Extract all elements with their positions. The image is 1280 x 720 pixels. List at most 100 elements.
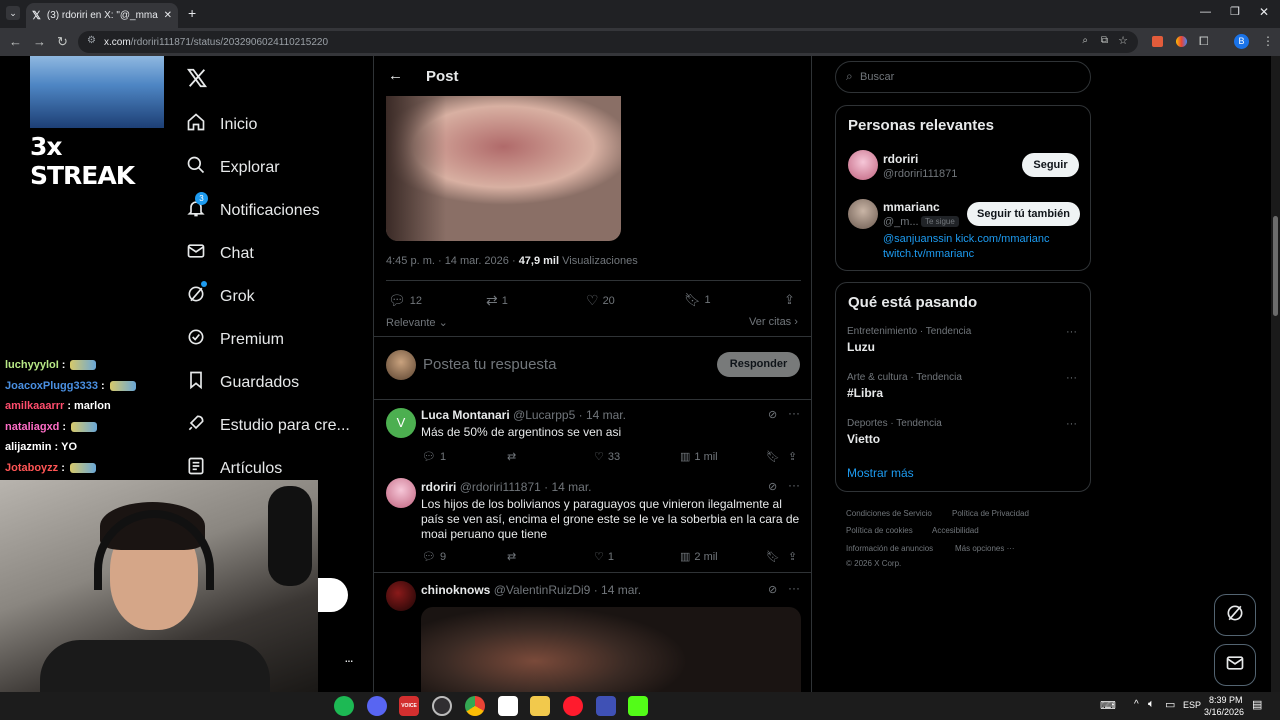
trend-item[interactable]: Deportes · Tendencia Vietto — [847, 418, 942, 446]
sidebar-item-articulos[interactable]: Artículos — [186, 456, 282, 481]
search-box[interactable]: ⌕ Buscar — [835, 61, 1091, 93]
person-name[interactable]: rdoriri — [883, 152, 918, 166]
sidebar-item-chat[interactable]: Chat — [186, 241, 254, 266]
file-explorer-icon[interactable] — [530, 696, 550, 716]
reply-action[interactable]: 💬︎ 1 — [422, 450, 446, 464]
bookmark-star-icon[interactable]: ☆ — [1118, 34, 1128, 47]
site-info-icon[interactable]: ⚙ — [87, 35, 96, 46]
scrollbar-thumb[interactable] — [1273, 216, 1278, 316]
close-window-button[interactable]: ✕ — [1259, 5, 1269, 19]
footer-link[interactable]: Más opciones ··· — [955, 544, 1015, 553]
share-action[interactable]: ⇪ — [788, 450, 797, 463]
sidebar-item-explorar[interactable]: Explorar — [186, 155, 280, 180]
grok-icon[interactable]: ⊘ — [768, 480, 777, 493]
sort-relevante-button[interactable]: Relevante ⌄ — [386, 316, 448, 329]
obs-icon[interactable] — [432, 696, 452, 716]
app-icon[interactable] — [498, 696, 518, 716]
install-icon[interactable]: ⧉ — [1101, 35, 1108, 46]
avatar[interactable] — [848, 150, 878, 180]
person-handle[interactable]: @_m... — [883, 216, 919, 228]
reply-tweet[interactable]: rdoriri @rdoriri111871 · 14 mar. ⊘ ··· L… — [374, 472, 811, 572]
view-quotes-link[interactable]: Ver citas › — [749, 316, 798, 328]
follow-back-button[interactable]: Seguir tú también — [967, 202, 1080, 226]
notifications-icon[interactable]: ▤ — [1252, 698, 1262, 711]
repost-action[interactable]: ⇄ 1 — [486, 292, 508, 309]
footer-link[interactable]: Política de cookies — [846, 526, 913, 535]
volume-icon[interactable]: 🔈︎ — [1148, 698, 1155, 711]
sidebar-item-estudio[interactable]: Estudio para cre... — [186, 413, 350, 438]
repost-action[interactable]: ⇄ — [507, 450, 516, 463]
messages-fab[interactable] — [1214, 644, 1256, 686]
clock-date[interactable]: 3/16/2026 — [1204, 707, 1244, 717]
kick-icon[interactable] — [628, 696, 648, 716]
more-icon[interactable]: ··· — [1066, 372, 1077, 384]
sidebar-item-grok[interactable]: Grok — [186, 281, 255, 309]
extension-icon[interactable] — [1152, 36, 1163, 47]
more-icon[interactable]: ··· — [788, 478, 800, 492]
views-action[interactable]: ▥ 1 mil — [680, 450, 718, 464]
bookmark-action[interactable]: 🔖︎ — [766, 550, 780, 563]
floating-button[interactable] — [318, 578, 348, 612]
reply-action[interactable]: 💬︎ 12 — [388, 292, 422, 309]
forward-icon[interactable]: → — [33, 34, 46, 49]
person-name[interactable]: mmarianc — [883, 200, 940, 214]
show-more-link[interactable]: Mostrar más — [847, 466, 914, 480]
restore-button[interactable]: ❐ — [1230, 5, 1240, 18]
chrome-icon[interactable] — [465, 696, 485, 716]
footer-link[interactable]: Política de Privacidad — [952, 509, 1029, 518]
author-name[interactable]: Luca Montanari — [421, 408, 510, 422]
back-icon[interactable]: ← — [9, 34, 22, 49]
share-action[interactable]: ⇪ — [784, 292, 795, 308]
trend-item[interactable]: Entretenimiento · Tendencia Luzu — [847, 326, 971, 354]
reply-button[interactable]: Responder — [717, 352, 800, 377]
person-bio-line[interactable]: @sanjuanssin kick.com/mmarianc — [883, 233, 1049, 245]
tray-chevron-icon[interactable]: ^ — [1134, 699, 1139, 710]
spotify-icon[interactable] — [334, 696, 354, 716]
discord-icon[interactable] — [367, 696, 387, 716]
more-icon[interactable]: ··· — [788, 581, 800, 595]
footer-link[interactable]: Accesibilidad — [932, 526, 979, 535]
post-image[interactable] — [386, 96, 621, 241]
grok-icon[interactable]: ⊘ — [768, 583, 777, 596]
follow-button[interactable]: Seguir — [1022, 153, 1079, 177]
footer-link[interactable]: Información de anuncios — [846, 544, 933, 553]
keyboard-icon[interactable]: ⌨ — [1100, 699, 1116, 712]
author-handle[interactable]: @rdoriri111871 — [460, 480, 541, 494]
close-tab-icon[interactable]: ✕ — [164, 10, 172, 21]
address-bar[interactable]: ⚙ x.com/rdoriri111871/status/20329060241… — [78, 31, 1138, 53]
views-action[interactable]: ▥ 2 mil — [680, 550, 718, 564]
footer-link[interactable]: Condiciones de Servicio — [846, 509, 932, 518]
reply-input[interactable]: Postea tu respuesta — [423, 356, 556, 373]
bookmark-action[interactable]: 🔖︎ 1 — [684, 292, 711, 308]
voicemod-icon[interactable]: VOICE — [399, 696, 419, 716]
zoom-icon[interactable]: ⌕ — [1082, 35, 1088, 46]
menu-kebab-icon[interactable]: ⋮ — [1262, 34, 1274, 48]
like-action[interactable]: ♡ 20 — [586, 292, 615, 309]
grok-icon[interactable]: ⊘ — [768, 408, 777, 421]
repost-action[interactable]: ⇄ — [507, 550, 516, 563]
minimize-button[interactable]: — — [1200, 6, 1211, 18]
tab-search-button[interactable]: ⌄ — [6, 6, 20, 20]
new-tab-button[interactable]: + — [188, 5, 196, 21]
author-handle[interactable]: @ValentinRuizDi9 — [494, 583, 591, 597]
tweet-date[interactable]: · 14 mar. — [544, 480, 591, 494]
trend-item[interactable]: Arte & cultura · Tendencia #Libra — [847, 372, 962, 400]
author-handle[interactable]: @Lucarpp5 — [513, 408, 575, 422]
opera-icon[interactable] — [563, 696, 583, 716]
avatar[interactable] — [848, 199, 878, 229]
profile-avatar[interactable]: B — [1234, 34, 1249, 49]
back-arrow-icon[interactable]: ← — [388, 67, 403, 84]
share-action[interactable]: ⇪ — [788, 550, 797, 563]
grok-fab[interactable] — [1214, 594, 1256, 636]
extension-icon[interactable] — [1176, 36, 1187, 47]
author-name[interactable]: rdoriri — [421, 480, 456, 494]
tweet-date[interactable]: · 14 mar. — [579, 408, 626, 422]
reply-tweet[interactable]: chinoknows @ValentinRuizDi9 · 14 mar. ⊘ … — [374, 573, 811, 692]
language-indicator[interactable]: ESP — [1183, 700, 1201, 710]
scrollbar[interactable] — [1271, 56, 1280, 692]
more-icon[interactable]: ··· — [1066, 418, 1077, 430]
more-options-button[interactable]: ··· — [344, 652, 354, 668]
author-name[interactable]: chinoknows — [421, 583, 490, 597]
person-bio-line[interactable]: twitch.tv/mmarianc — [883, 248, 974, 260]
search-input[interactable]: Buscar — [860, 71, 894, 83]
